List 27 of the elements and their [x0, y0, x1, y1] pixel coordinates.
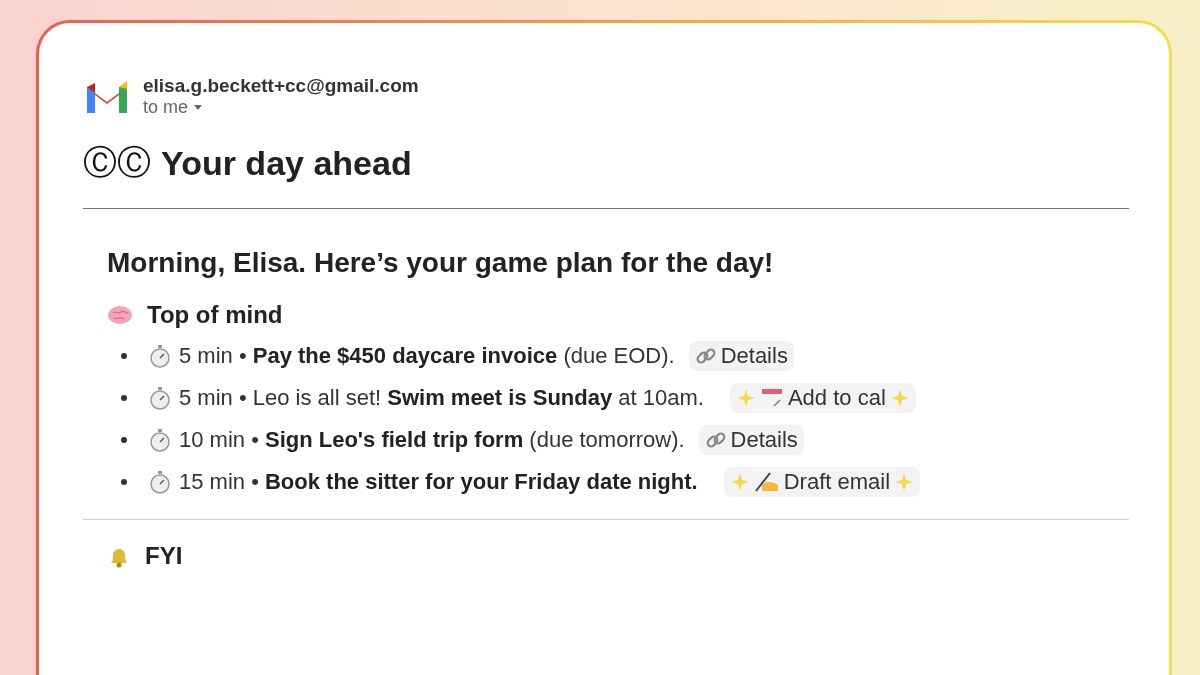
stopwatch-icon [149, 470, 171, 494]
brain-icon [107, 305, 133, 325]
task-text: 15 min • Book the sitter for your Friday date night. [179, 469, 698, 495]
recipient-toggle[interactable]: to me [143, 97, 419, 118]
action-chip[interactable]: Add to cal [729, 383, 916, 413]
greeting: Morning, Elisa. Here’s your game plan for the day! [107, 247, 775, 279]
action-chip[interactable]: Details [688, 341, 794, 371]
bullet-icon [121, 437, 127, 443]
task-text: 10 min • Sign Leo's field trip form (due tomorrow). [179, 427, 685, 453]
section-heading: Top of mind [147, 301, 283, 329]
stopwatch-icon [149, 344, 171, 368]
caret-icon [194, 105, 203, 110]
action-chip[interactable]: Draft email [723, 467, 921, 497]
sender-email: elisa.g.beckett+cc@gmail.com [143, 75, 419, 97]
section-heading: FYI [145, 542, 183, 570]
stopwatch-icon [149, 386, 171, 410]
title-mark: ⒸⒸ [83, 142, 151, 183]
bullet-icon [121, 353, 127, 359]
task-text: 5 min • Pay the $450 daycare invoice (due EOD). [179, 343, 675, 369]
stopwatch-icon [149, 428, 171, 452]
writing-hand-icon [753, 471, 780, 493]
action-chip[interactable]: Details [698, 425, 804, 455]
bullet-icon [121, 395, 127, 401]
calendar-icon [759, 387, 784, 409]
task-text: 5 min • Leo is all set! Swim meet is Sunday at 10am. [179, 385, 704, 411]
bullet-icon [121, 479, 127, 485]
email-subject: Your day ahead [161, 143, 412, 183]
